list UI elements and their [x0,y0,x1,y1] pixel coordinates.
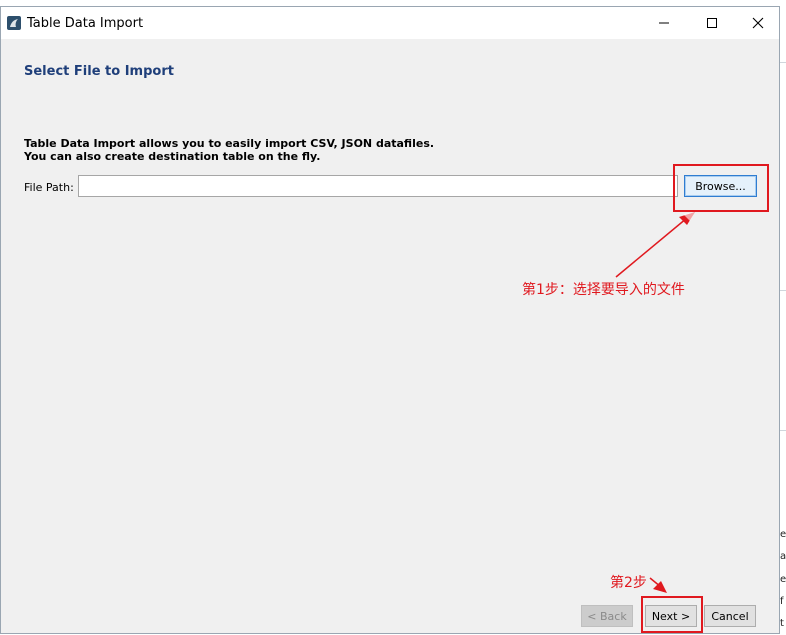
table-data-import-dialog: Table Data Import Select File to Import … [0,6,780,634]
step2-arrow [649,577,667,593]
back-button[interactable]: < Back [581,605,633,627]
step2-annotation: 第2步 [610,575,647,591]
annotation-arrows [615,212,695,593]
step1-arrow [615,212,695,278]
next-button[interactable]: Next > [645,605,697,627]
step1-annotation: 第1步：选择要导入的文件 [522,282,685,298]
cancel-button[interactable]: Cancel [704,605,756,627]
